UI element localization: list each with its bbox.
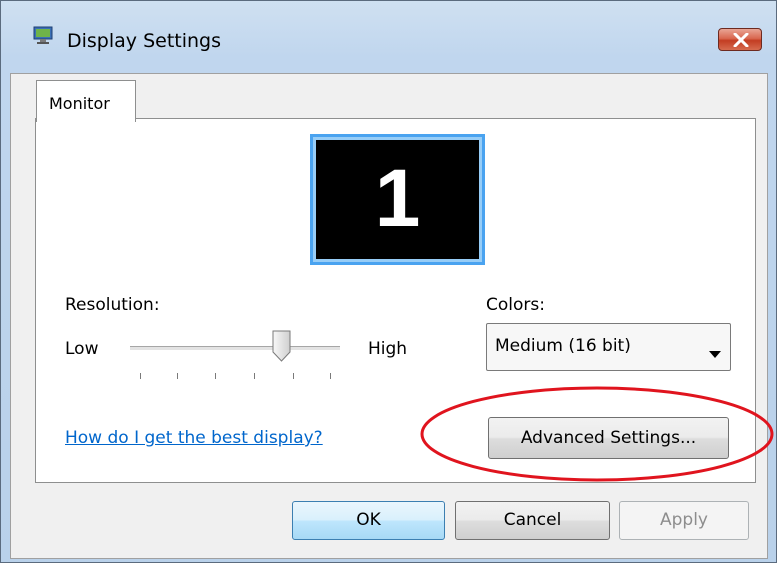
monitor-preview-1[interactable]: 1 [310,134,485,265]
slider-tick [254,373,255,379]
display-settings-window: Display Settings Monitor 1 Resolution: L… [0,0,777,563]
chevron-down-icon [709,343,721,362]
slider-tick [177,373,178,379]
resolution-slider-thumb[interactable] [272,330,291,362]
slider-tick [215,373,216,379]
monitor-number: 1 [374,153,421,244]
ok-button[interactable]: OK [292,501,445,540]
advanced-settings-button[interactable]: Advanced Settings... [488,417,729,459]
tab-monitor-label: Monitor [49,94,110,113]
title-bar[interactable]: Display Settings [1,1,776,52]
window-title: Display Settings [67,30,222,52]
colors-dropdown-value: Medium (16 bit) [495,336,631,356]
cancel-button[interactable]: Cancel [455,501,610,540]
resolution-low-label: Low [65,339,99,359]
resolution-label: Resolution: [65,295,160,315]
display-settings-app-icon [33,26,53,44]
slider-tick [140,373,141,379]
close-button[interactable] [718,28,762,51]
resolution-slider-track[interactable] [130,346,340,351]
apply-button: Apply [619,501,749,540]
help-link[interactable]: How do I get the best display? [65,428,323,448]
colors-dropdown[interactable]: Medium (16 bit) [486,323,731,371]
colors-label: Colors: [486,295,545,315]
tab-monitor[interactable]: Monitor [36,80,136,122]
slider-tick [330,373,331,379]
close-icon [733,33,749,47]
resolution-high-label: High [368,339,408,359]
slider-tick [293,373,294,379]
